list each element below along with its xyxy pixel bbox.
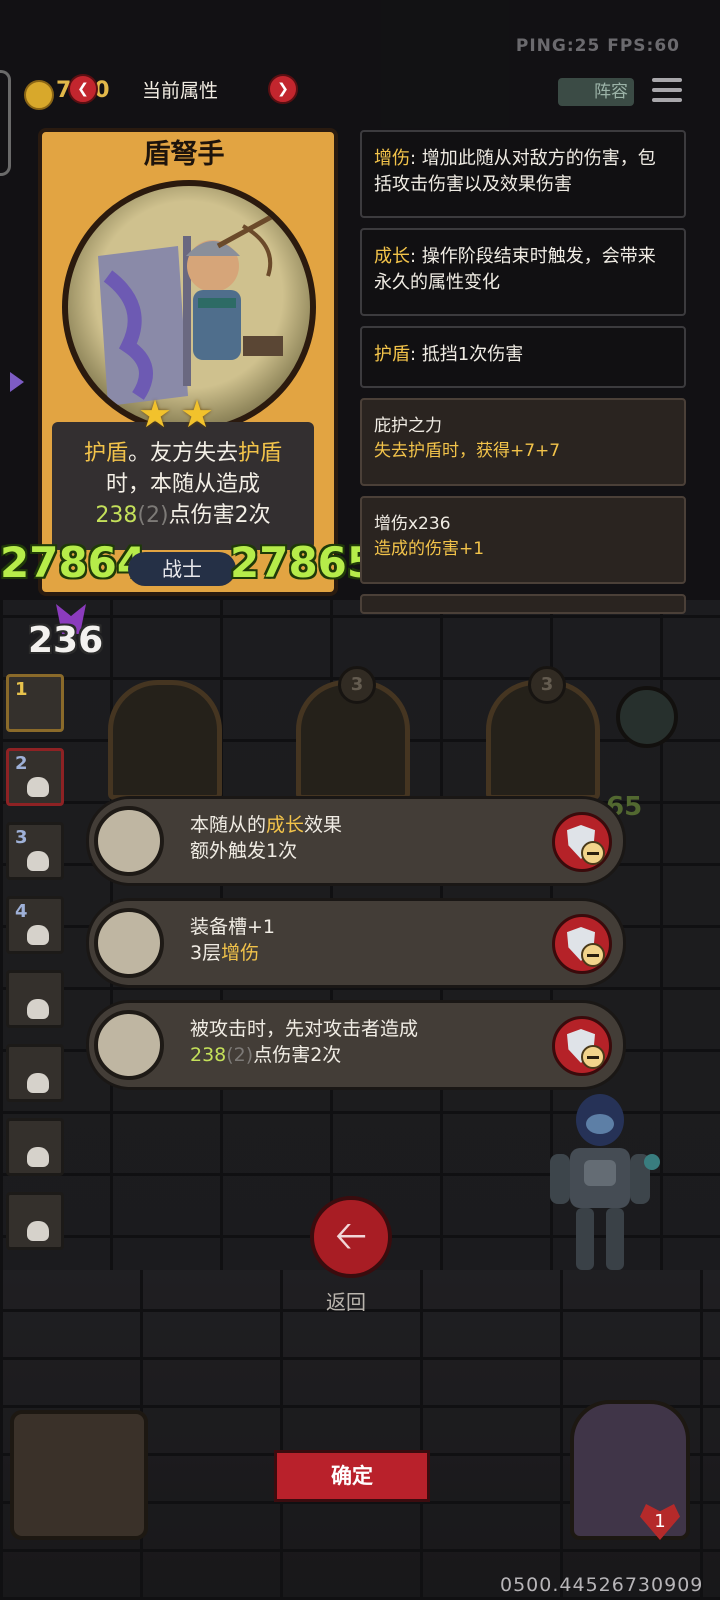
prev-attribute-button[interactable]: ❮: [68, 74, 98, 104]
equipment-1-text: 本随从的成长效果 额外触发1次: [190, 812, 342, 864]
lineup-slot-1[interactable]: 1: [6, 674, 64, 732]
skull-icon: [27, 1147, 49, 1167]
minus-icon: [581, 943, 605, 967]
crossbowman-illustration: [98, 213, 283, 406]
card-desc-text: 点伤害2次: [168, 503, 271, 528]
eq-text: 3层: [190, 942, 222, 964]
equipment-row-1: [86, 796, 626, 886]
page-title: 当前属性: [142, 80, 219, 102]
ping-fps-readout: PING:25 FPS:60: [515, 36, 680, 56]
remove-equipment-button-3[interactable]: [552, 1016, 612, 1076]
eq-text: 效果: [304, 814, 343, 836]
slot-number: 1: [15, 679, 28, 700]
attack-value: 27864: [0, 538, 147, 587]
equipment-2-text: 装备槽+1 3层增伤: [190, 914, 275, 966]
damage-base: (2): [226, 1044, 254, 1066]
red-cloak-icon: [94, 1010, 164, 1080]
slot-number: 3: [15, 827, 28, 848]
equipment-1-line-2: 额外触发1次: [190, 840, 298, 862]
card-desc-line-2: 时，本随从造成: [105, 472, 260, 497]
star-icon-2: ★: [180, 392, 215, 436]
card-desc-text: 。友方失去: [127, 441, 238, 466]
card-desc-line-1: 护盾。友方失去护盾: [52, 438, 314, 469]
buff-line: 造成的伤害+1: [374, 539, 485, 559]
lineup-slot-7[interactable]: [6, 1118, 64, 1176]
minus-icon: [581, 841, 605, 865]
skull-icon: [27, 1221, 49, 1241]
lineup-slot-6[interactable]: [6, 1044, 64, 1102]
minion-name: 盾弩手: [143, 139, 225, 170]
card-desc-line-3: 238(2)点伤害2次: [52, 500, 314, 531]
coin-icon: [24, 80, 54, 110]
equipment-2-line-1: 装备槽+1: [190, 916, 276, 938]
tooltip-text: : 操作阶段结束时触发，会带来永久的属性变化: [374, 246, 656, 293]
lineup-slot-4[interactable]: 4: [6, 896, 64, 954]
team-lineup-button[interactable]: 阵容: [558, 78, 634, 106]
star-icon-1: ★: [138, 392, 173, 436]
tooltip-keyword: 护盾: [374, 344, 410, 365]
damage-value: 238: [190, 1044, 227, 1066]
back-label: 返回: [326, 1290, 366, 1314]
keyword-growth: 成长: [266, 814, 305, 836]
minus-icon: [581, 1045, 605, 1069]
equipment-1-line-1: 本随从的成长效果: [190, 812, 342, 838]
keyword-shield: 护盾: [238, 441, 283, 466]
equipment-row-2: [86, 898, 626, 988]
buff-partial-entry: [360, 594, 686, 614]
buff-title: 庇护之力: [374, 416, 442, 436]
role-badge: 战士: [128, 552, 236, 586]
lineup-slot-3[interactable]: 3: [6, 822, 64, 880]
equipment-2-line-2: 3层增伤: [190, 940, 275, 966]
remove-equipment-button-2[interactable]: [552, 914, 612, 974]
equipment-3-line-1: 被攻击时，先对攻击者造成: [190, 1018, 419, 1040]
glove-icon: [94, 908, 164, 978]
keyword-tooltip-damage-boost: 增伤: 增加此随从对敌方的伤害，包括攻击伤害以及效果伤害: [360, 130, 686, 218]
keyword-shield: 护盾: [83, 441, 128, 466]
remove-equipment-button-1[interactable]: [552, 812, 612, 872]
lineup-slot-2[interactable]: 2: [6, 748, 64, 806]
damage-base: (2): [137, 503, 169, 528]
buff-line: 失去护盾时，获得+7+7: [374, 441, 561, 461]
skull-icon: [27, 1073, 49, 1093]
side-expand-arrow-icon[interactable]: [10, 372, 24, 392]
equipment-3-line-2: 238(2)点伤害2次: [190, 1042, 418, 1068]
back-arrow-icon: 🡠: [334, 1213, 368, 1259]
footer-id: 0500.44526730909: [500, 1574, 704, 1596]
tooltip-text: : 抵挡1次伤害: [410, 344, 524, 365]
buff-protection-power: 庇护之力 失去护盾时，获得+7+7: [360, 398, 686, 486]
buff-damage-boost: 增伤x236 造成的伤害+1: [360, 496, 686, 584]
side-panel-edge[interactable]: [0, 70, 11, 176]
gauntlet-icon: [94, 806, 164, 876]
skull-icon: [27, 925, 49, 945]
keyword-damage-boost: 增伤: [221, 942, 260, 964]
equipment-3-text: 被攻击时，先对攻击者造成 238(2)点伤害2次: [190, 1016, 418, 1068]
skull-icon: [27, 777, 49, 797]
team-lineup-label: 阵容: [594, 82, 628, 102]
slot-number: 4: [15, 901, 28, 922]
confirm-button[interactable]: 确定: [274, 1450, 430, 1502]
skull-icon: [27, 851, 49, 871]
tooltip-keyword: 增伤: [374, 148, 410, 169]
hamburger-menu-icon[interactable]: [652, 78, 682, 104]
damage-boost-value: 236: [28, 620, 104, 661]
back-button[interactable]: 🡠: [310, 1196, 392, 1278]
eq-text: 本随从的: [190, 814, 267, 836]
next-attribute-button[interactable]: ❯: [268, 74, 298, 104]
lineup-slot-8[interactable]: [6, 1192, 64, 1250]
health-value: 27865: [230, 538, 377, 587]
damage-value: 238: [95, 503, 138, 528]
shop-portrait-frame[interactable]: [10, 1410, 148, 1540]
keyword-tooltip-shield: 护盾: 抵挡1次伤害: [360, 326, 686, 388]
buff-title: 增伤x236: [374, 514, 451, 534]
lineup-slot-5[interactable]: [6, 970, 64, 1028]
slot-number: 2: [15, 753, 28, 774]
card-description: 护盾。友方失去护盾 时，本随从造成 238(2)点伤害2次: [52, 438, 314, 531]
tooltip-text: : 增加此随从对敌方的伤害，包括攻击伤害以及效果伤害: [374, 148, 656, 195]
eq-text: 点伤害2次: [253, 1044, 342, 1066]
skull-icon: [27, 999, 49, 1019]
tooltip-keyword: 成长: [374, 246, 410, 267]
keyword-tooltip-growth: 成长: 操作阶段结束时触发，会带来永久的属性变化: [360, 228, 686, 316]
